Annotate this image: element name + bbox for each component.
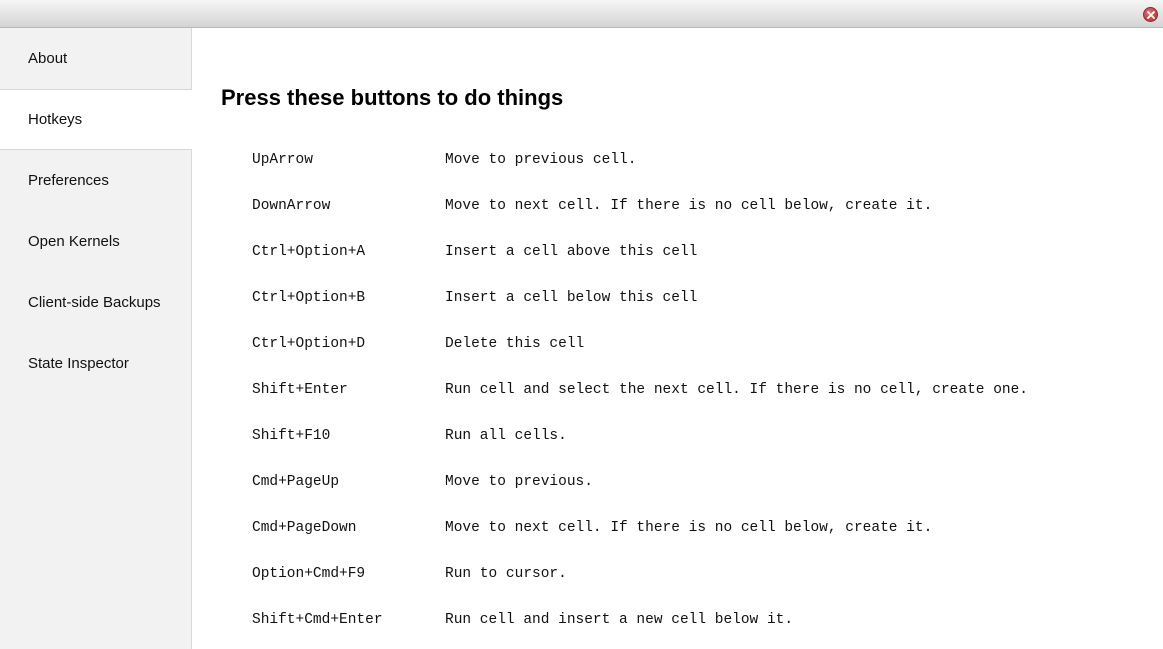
hotkey-row: Shift+F10 Run all cells. (252, 428, 1028, 474)
hotkey-key: Ctrl+Option+A (252, 244, 366, 260)
hotkey-description: Move to previous cell. (445, 152, 637, 168)
hotkey-description: Delete this cell (445, 336, 585, 352)
hotkey-row: DownArrow Move to next cell. If there is… (252, 198, 1028, 244)
hotkey-key: UpArrow (252, 152, 313, 168)
hotkey-row: Option+Cmd+F9 Run to cursor. (252, 566, 1028, 612)
sidebar-item-state-inspector[interactable]: State Inspector (0, 333, 191, 394)
sidebar-item-hotkeys[interactable]: Hotkeys (0, 89, 192, 150)
hotkey-key: Ctrl+Option+B (252, 290, 366, 306)
hotkey-description: Insert a cell below this cell (445, 290, 698, 306)
hotkey-description: Move to next cell. If there is no cell b… (445, 198, 933, 214)
hotkey-description: Move to next cell. If there is no cell b… (445, 520, 933, 536)
hotkey-key: DownArrow (252, 198, 331, 214)
hotkey-key: Cmd+PageDown (252, 520, 357, 536)
sidebar-item-label: Hotkeys (28, 111, 83, 128)
hotkey-row: Cmd+PageDown Move to next cell. If there… (252, 520, 1028, 566)
hotkey-list: UpArrow Move to previous cell. DownArrow… (252, 152, 1028, 649)
hotkey-row: Ctrl+Option+A Insert a cell above this c… (252, 244, 1028, 290)
hotkey-key: Shift+F10 (252, 428, 331, 444)
hotkey-description: Run to cursor. (445, 566, 567, 582)
hotkey-description: Run all cells. (445, 428, 567, 444)
hotkey-row: UpArrow Move to previous cell. (252, 152, 1028, 198)
hotkey-row: Shift+Cmd+Enter Run cell and insert a ne… (252, 612, 1028, 649)
hotkey-row: Ctrl+Option+D Delete this cell (252, 336, 1028, 382)
hotkey-row: Ctrl+Option+B Insert a cell below this c… (252, 290, 1028, 336)
sidebar: About Hotkeys Preferences Open Kernels C… (0, 28, 192, 649)
hotkeys-panel: Press these buttons to do things UpArrow… (192, 28, 1163, 649)
sidebar-item-label: State Inspector (28, 355, 129, 372)
close-icon[interactable] (1143, 7, 1158, 22)
hotkey-key: Option+Cmd+F9 (252, 566, 366, 582)
sidebar-item-about[interactable]: About (0, 28, 191, 89)
sidebar-item-preferences[interactable]: Preferences (0, 150, 191, 211)
hotkey-description: Run cell and select the next cell. If th… (445, 382, 1028, 398)
hotkey-key: Ctrl+Option+D (252, 336, 366, 352)
hotkey-description: Move to previous. (445, 474, 593, 490)
hotkey-key: Shift+Enter (252, 382, 348, 398)
sidebar-item-open-kernels[interactable]: Open Kernels (0, 211, 191, 272)
hotkey-row: Shift+Enter Run cell and select the next… (252, 382, 1028, 428)
sidebar-item-label: Preferences (28, 172, 109, 189)
hotkey-description: Run cell and insert a new cell below it. (445, 612, 794, 628)
sidebar-item-client-side-backups[interactable]: Client-side Backups (0, 272, 191, 333)
page-title: Press these buttons to do things (221, 85, 564, 110)
hotkey-key: Cmd+PageUp (252, 474, 340, 490)
hotkey-description: Insert a cell above this cell (445, 244, 698, 260)
sidebar-item-label: Open Kernels (28, 233, 120, 250)
settings-window: About Hotkeys Preferences Open Kernels C… (0, 0, 1163, 649)
hotkey-key: Shift+Cmd+Enter (252, 612, 383, 628)
title-bar (0, 0, 1163, 28)
sidebar-item-label: Client-side Backups (28, 294, 161, 311)
hotkey-row: Cmd+PageUp Move to previous. (252, 474, 1028, 520)
sidebar-item-label: About (28, 50, 68, 67)
